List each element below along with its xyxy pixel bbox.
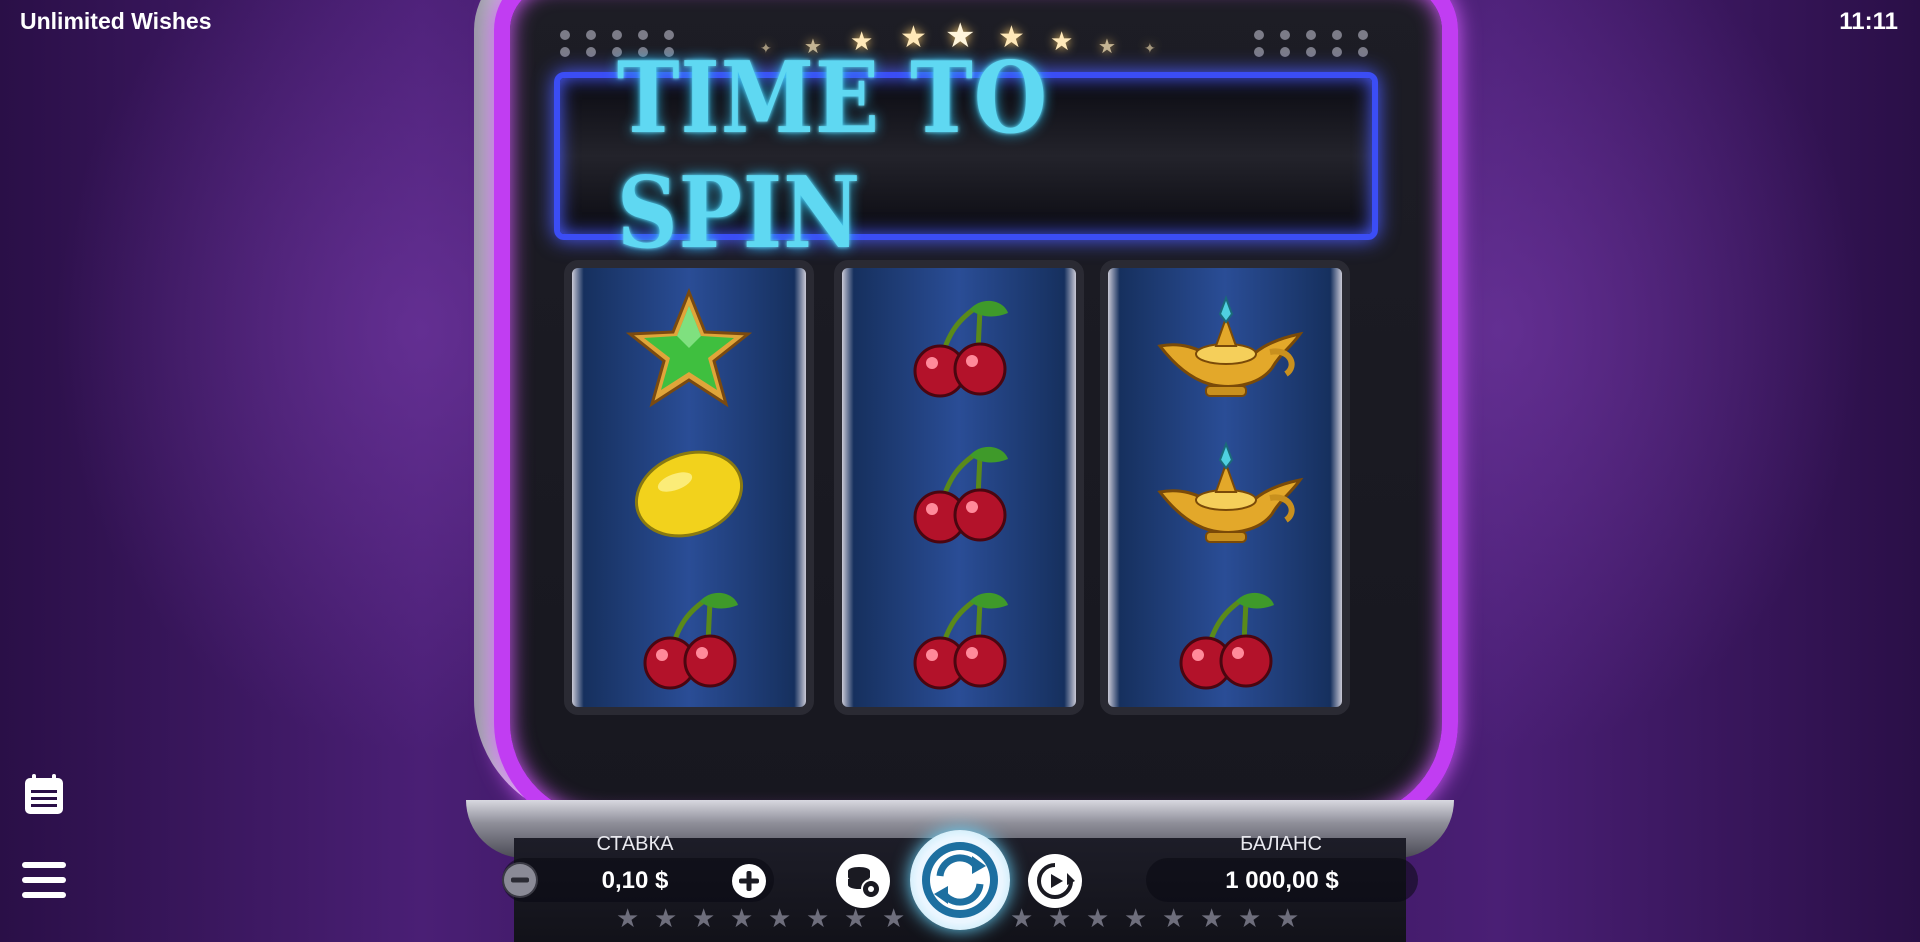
balance-value: 1 000,00 $ — [1225, 867, 1339, 894]
balance-label: БАЛАНС — [1240, 833, 1322, 855]
menu-button[interactable] — [22, 858, 66, 907]
reel-3 — [1100, 260, 1350, 715]
cherry-icon — [842, 274, 1076, 422]
cherry-icon — [842, 566, 1076, 714]
autoplay-button[interactable] — [1028, 854, 1082, 908]
plus-icon — [732, 864, 766, 898]
spin-button[interactable] — [910, 830, 1010, 930]
bet-decrease-button[interactable] — [502, 862, 538, 898]
spin-icon — [922, 842, 998, 918]
autoplay-icon — [1037, 863, 1075, 899]
cherry-icon — [842, 420, 1076, 568]
history-button[interactable] — [22, 772, 66, 821]
time-to-spin-banner: TIME TO SPIN — [554, 41, 1378, 271]
minus-icon — [504, 864, 536, 896]
bet-settings-button[interactable] — [836, 854, 890, 908]
menu-icon — [22, 862, 66, 898]
star-icon — [572, 274, 806, 422]
magic-lamp-icon — [1108, 274, 1342, 422]
reel-2 — [834, 260, 1084, 715]
game-title: Unlimited Wishes — [20, 8, 212, 34]
lemon-icon — [572, 420, 806, 568]
reels-area — [564, 260, 1360, 715]
reel-1 — [564, 260, 814, 715]
bet-increase-button[interactable] — [730, 862, 768, 900]
magic-lamp-icon — [1108, 420, 1342, 568]
cherry-icon — [572, 566, 806, 714]
history-icon — [25, 774, 63, 814]
bet-label: СТАВКА — [596, 833, 674, 855]
bet-value: 0,10 $ — [601, 867, 669, 894]
banner-text: TIME TO SPIN — [616, 41, 1049, 271]
coins-settings-icon — [848, 867, 881, 899]
clock: 11:11 — [1839, 8, 1898, 35]
cherry-icon — [1108, 566, 1342, 714]
